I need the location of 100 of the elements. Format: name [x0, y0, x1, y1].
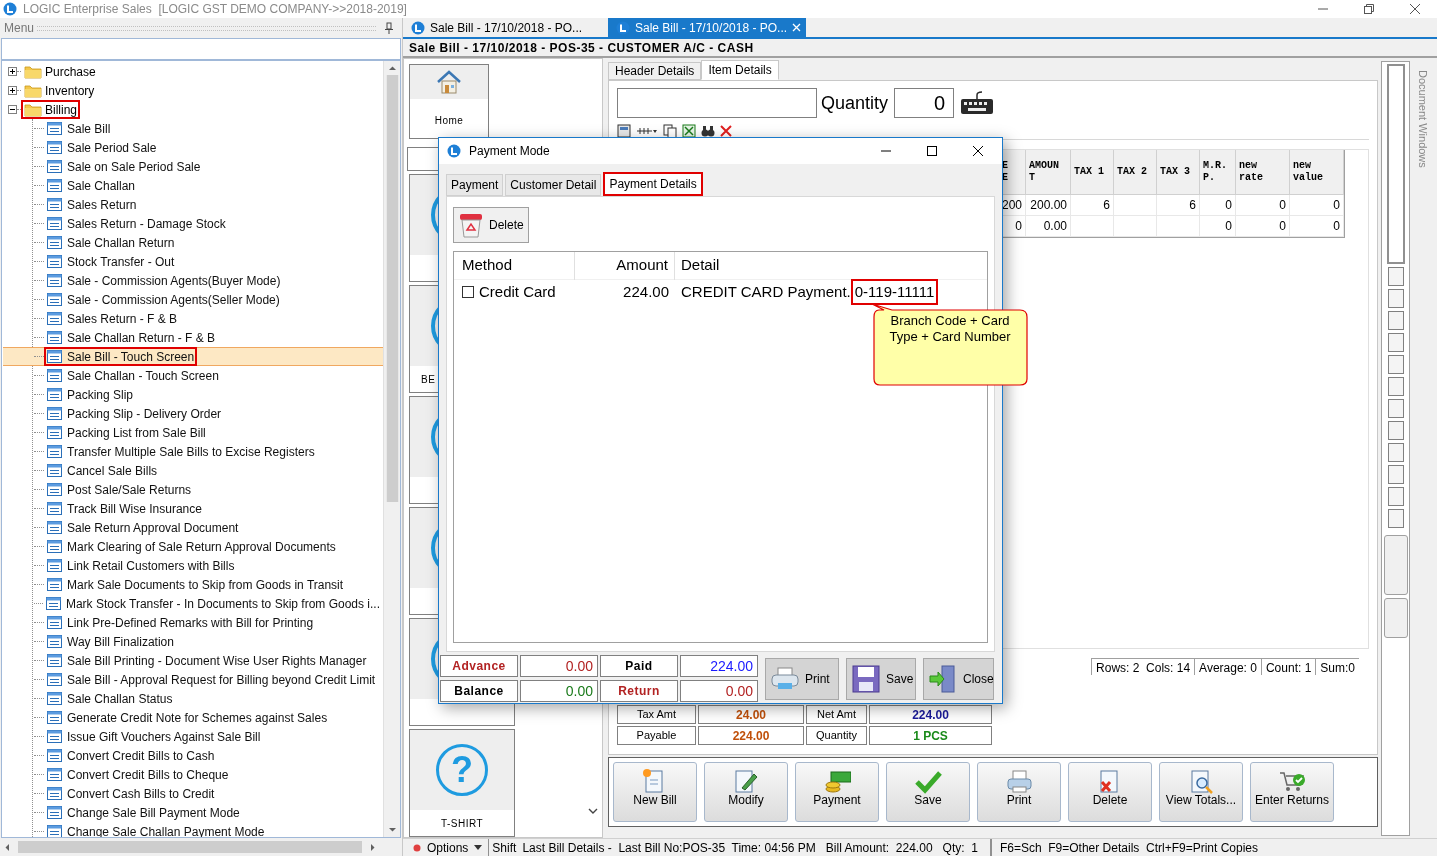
column-header[interactable]: TAX 1: [1071, 150, 1114, 195]
toolbar-button[interactable]: Modify: [704, 762, 788, 822]
side-panel-button[interactable]: [1383, 535, 1408, 595]
save-icon: [851, 663, 881, 694]
tree-item[interactable]: Change Sale Bill Payment Mode: [67, 803, 240, 822]
home-tile[interactable]: Home: [409, 64, 489, 139]
tree-item[interactable]: Packing Slip: [67, 385, 134, 404]
scroll-thumb[interactable]: [18, 841, 362, 853]
column-header[interactable]: Amount: [575, 251, 675, 280]
toolbar-button[interactable]: New Bill: [613, 762, 697, 822]
tree-item[interactable]: Inventory: [45, 81, 95, 100]
side-panel-button[interactable]: [1387, 355, 1404, 374]
quantity-field[interactable]: 0: [894, 88, 955, 118]
dialog-tab[interactable]: Customer Detail: [505, 174, 602, 196]
toolbar-button[interactable]: Enter Returns: [1250, 762, 1334, 822]
tree-item[interactable]: Packing Slip - Delivery Order: [67, 404, 222, 423]
tree-item[interactable]: Sale Challan - Touch Screen: [67, 366, 219, 385]
tree-item[interactable]: Mark Sale Documents to Skip from Goods in Transit: [67, 575, 344, 594]
form-icon: [47, 502, 62, 515]
tree-item[interactable]: Mark Stock Transfer - In Documents to Skip from Goods i...: [65, 594, 380, 613]
tree-item[interactable]: Transfer Multiple Sale Bills to Excise Registers: [67, 442, 315, 461]
delete-button[interactable]: Delete: [453, 207, 529, 243]
tree-item[interactable]: Convert Credit Bills to Cash: [67, 746, 215, 765]
dialog-button[interactable]: Close: [923, 657, 994, 700]
toolbar-button[interactable]: Print: [977, 762, 1061, 822]
toolbar-button[interactable]: View Totals...: [1159, 762, 1243, 822]
expand-icon[interactable]: [8, 86, 17, 95]
tree-item[interactable]: Sale Period Sale: [67, 138, 157, 157]
search-field[interactable]: [1, 38, 401, 60]
item-search-field[interactable]: [617, 88, 817, 118]
tree-item[interactable]: Sale Challan Return - F & B: [67, 328, 216, 347]
tree-item[interactable]: Link Retail Customers with Bills: [67, 556, 235, 575]
side-panel-button[interactable]: [1387, 487, 1404, 506]
tree-item[interactable]: Convert Credit Bills to Cheque: [67, 765, 229, 784]
tree-item[interactable]: Track Bill Wise Insurance: [67, 499, 202, 518]
column-header[interactable]: new value: [1290, 150, 1344, 195]
tree-item[interactable]: Sale Return Approval Document: [67, 518, 239, 537]
tree-item[interactable]: Convert Cash Bills to Credit: [67, 784, 215, 803]
column-header[interactable]: new rate: [1236, 150, 1290, 195]
tree-item[interactable]: Sale Bill - Approval Request for Billing beyond Credit Limit: [67, 670, 376, 689]
side-panel-button[interactable]: [1387, 509, 1404, 528]
tree-item[interactable]: Sales Return - F & B: [67, 309, 178, 328]
tree-item[interactable]: Post Sale/Sale Returns: [67, 480, 192, 499]
side-panel-button[interactable]: [1387, 443, 1404, 462]
dialog-button[interactable]: Print: [765, 657, 839, 700]
side-panel-button[interactable]: [1387, 267, 1404, 286]
collapse-icon[interactable]: [8, 105, 17, 114]
tree-item[interactable]: Link Pre-Defined Remarks with Bill for Printing: [67, 613, 314, 632]
scroll-thumb[interactable]: [385, 75, 399, 502]
tree-item[interactable]: Purchase: [45, 62, 96, 81]
toolbar-button[interactable]: Save: [886, 762, 970, 822]
side-panel-button[interactable]: [1387, 465, 1404, 484]
tree-item[interactable]: Sale - Commission Agents(Seller Mode): [67, 290, 280, 309]
tree-item[interactable]: Stock Transfer - Out: [67, 252, 175, 271]
toolbar-button[interactable]: Payment: [795, 762, 879, 822]
tree-item[interactable]: Sale on Sale Period Sale: [67, 157, 201, 176]
tree-item[interactable]: Sale - Commission Agents(Buyer Mode): [67, 271, 281, 290]
tree-item[interactable]: Sale Bill: [67, 119, 111, 138]
tree-item[interactable]: Way Bill Finalization: [67, 632, 174, 651]
tree-item[interactable]: Sale Challan: [67, 176, 136, 195]
quantity-label: Quantity: [821, 91, 889, 115]
tree-item[interactable]: Sales Return: [67, 195, 137, 214]
dialog-tab[interactable]: Payment Details: [603, 172, 703, 196]
form-tab[interactable]: Header Details: [608, 62, 702, 80]
close-icon: [928, 663, 958, 694]
tree-item[interactable]: Billing: [45, 100, 77, 119]
column-header[interactable]: TAX 3: [1157, 150, 1200, 195]
tree-item[interactable]: Packing List from Sale Bill: [67, 423, 206, 442]
tree-item[interactable]: Sale Challan Status: [67, 689, 173, 708]
side-panel-button[interactable]: [1387, 421, 1404, 440]
dialog-tab[interactable]: Payment: [446, 174, 504, 196]
form-tab[interactable]: Item Details: [701, 60, 779, 80]
side-panel-button[interactable]: [1387, 333, 1404, 352]
options-menu[interactable]: Options: [427, 838, 469, 856]
side-panel-button[interactable]: [1383, 598, 1408, 638]
document-tab[interactable]: Sale Bill - 17/10/2018 - PO...: [608, 18, 806, 37]
form-icon: [47, 483, 62, 496]
checkbox[interactable]: [462, 286, 474, 298]
side-panel-button[interactable]: [1387, 311, 1404, 330]
side-panel-button[interactable]: [1387, 377, 1404, 396]
tree-item[interactable]: Issue Gift Vouchers Against Sale Bill: [67, 727, 261, 746]
tree-item[interactable]: Sales Return - Damage Stock: [67, 214, 226, 233]
tree-item[interactable]: Generate Credit Note for Schemes against Sales: [67, 708, 328, 727]
tree-item[interactable]: Mark Clearing of Sale Return Approval Documents: [67, 537, 336, 556]
scrollbar[interactable]: [383, 61, 400, 837]
column-header[interactable]: TAX 2: [1114, 150, 1157, 195]
scroll-track[interactable]: [1386, 64, 1405, 264]
expand-icon[interactable]: [8, 67, 17, 76]
side-panel-button[interactable]: [1387, 289, 1404, 308]
column-header[interactable]: AMOUN T: [1026, 150, 1071, 195]
dialog-button[interactable]: Save: [846, 657, 916, 700]
column-header[interactable]: Method: [454, 251, 575, 280]
tree-item[interactable]: Sale Challan Return: [67, 233, 175, 252]
item-tile[interactable]: ? T-SHIRT: [409, 729, 515, 837]
column-header[interactable]: Detail: [675, 251, 975, 280]
tree-item[interactable]: Sale Bill Printing - Document Wise User Rights Manager: [67, 651, 367, 670]
column-header[interactable]: M.R. P.: [1200, 150, 1236, 195]
side-panel-button[interactable]: [1387, 399, 1404, 418]
tree-item[interactable]: Cancel Sale Bills: [67, 461, 158, 480]
toolbar-button[interactable]: Delete: [1068, 762, 1152, 822]
